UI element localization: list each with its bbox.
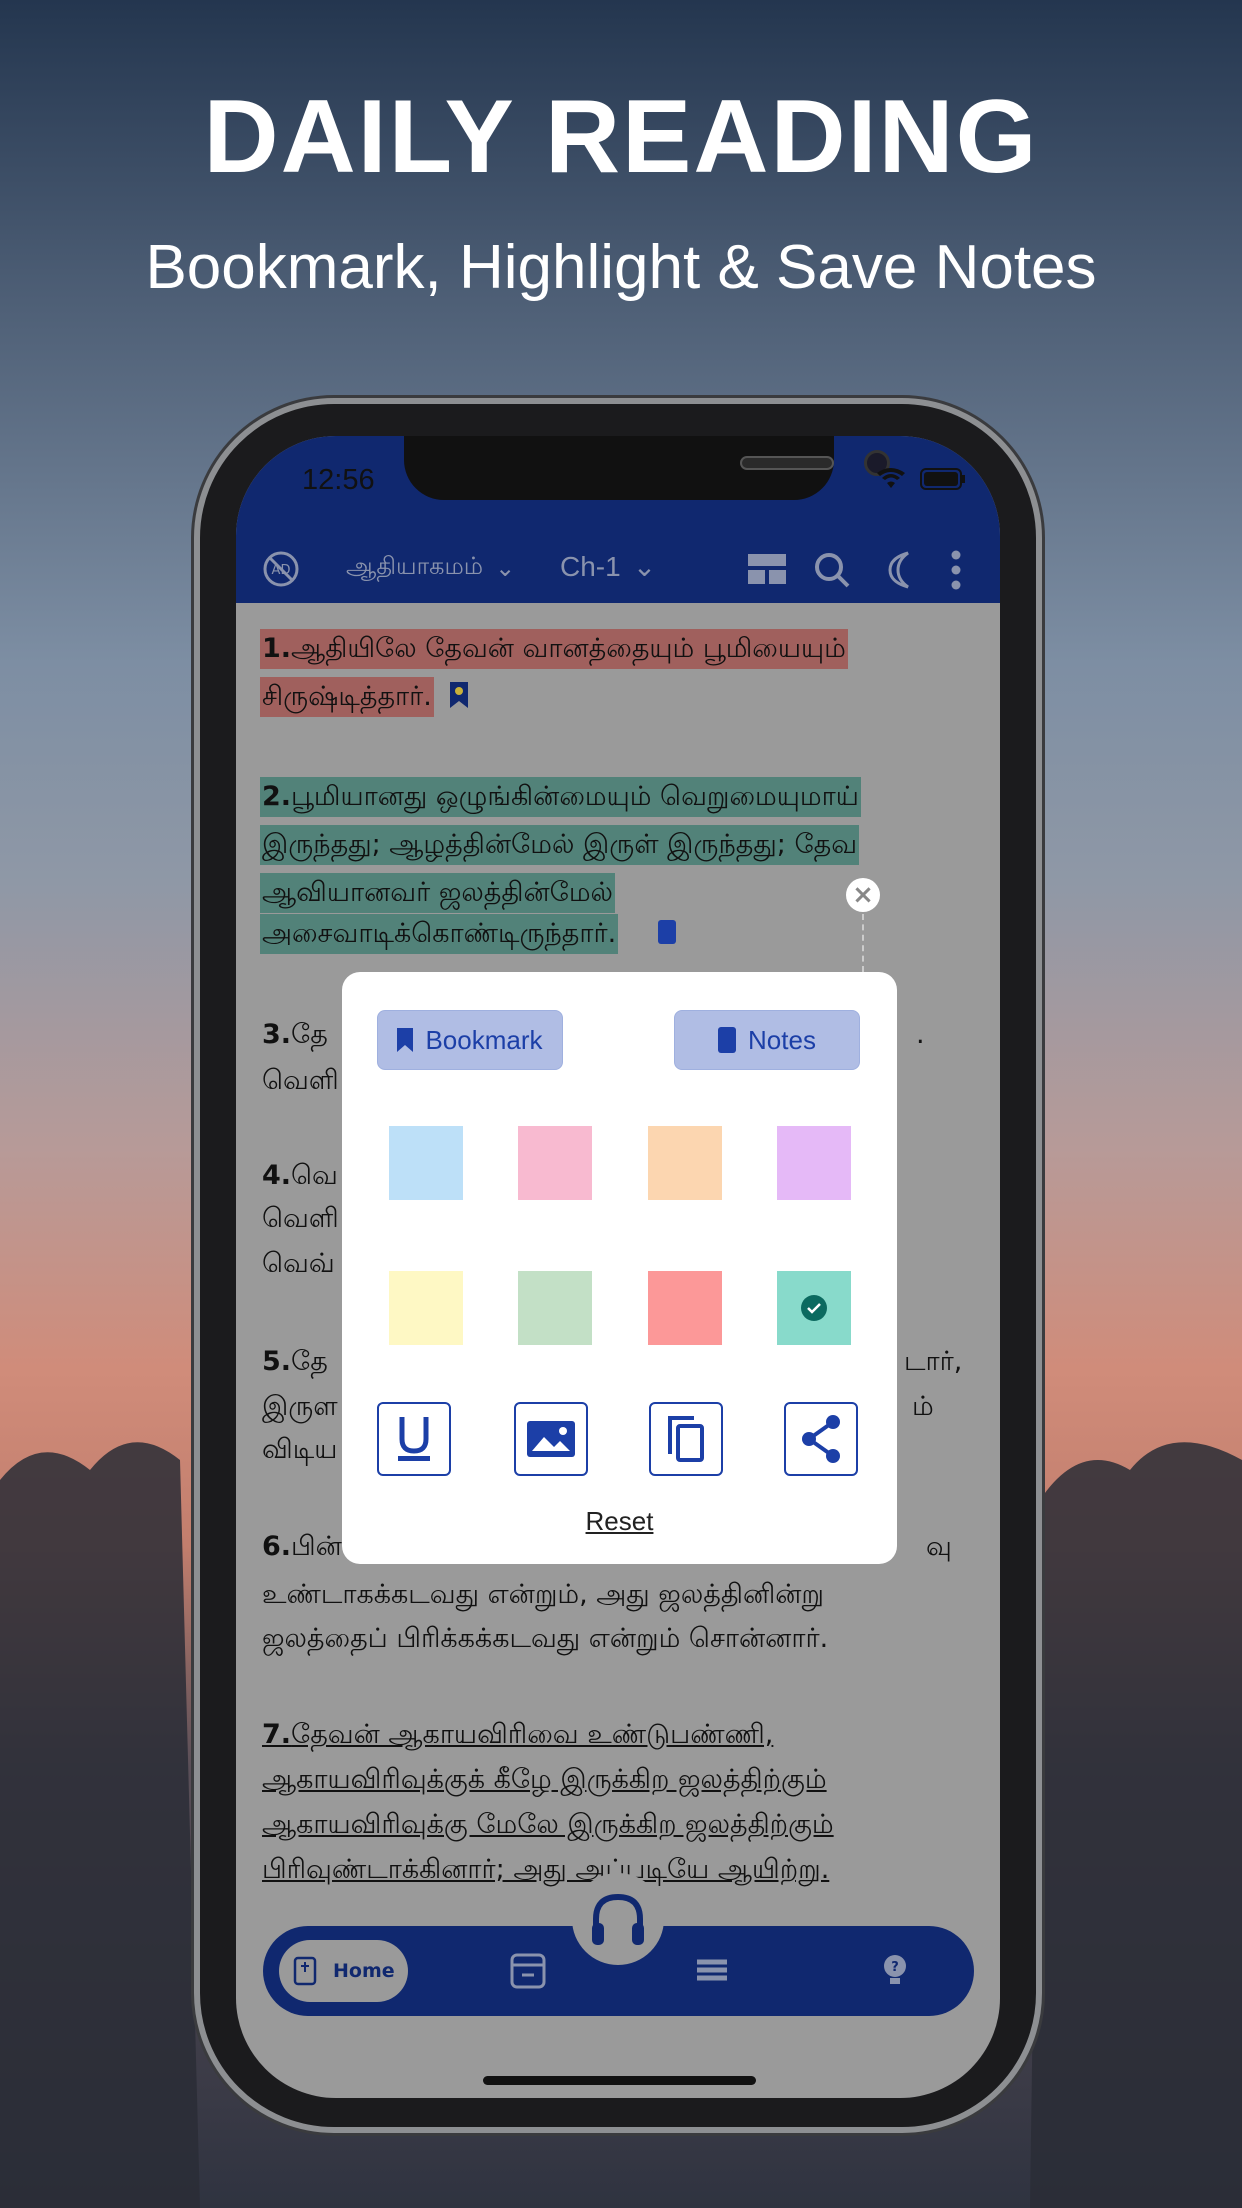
share-button[interactable] [784, 1402, 858, 1476]
hero-title: DAILY READING [203, 79, 1039, 195]
color-swatch[interactable] [777, 1126, 851, 1200]
color-swatch[interactable] [389, 1271, 463, 1345]
book-name: ஆதியாகமம் [346, 552, 484, 580]
bookmark-button[interactable]: Bookmark [377, 1010, 563, 1070]
app-screen: 12:56 AD ஆதியாகமம்⌄ Ch-1⌄ 1.ஆதியிலே தேவன… [236, 436, 1000, 2098]
underline-button[interactable] [377, 1402, 451, 1476]
search-icon[interactable] [812, 550, 852, 590]
image-icon [527, 1421, 575, 1457]
note-badge-icon [658, 920, 676, 944]
nav-home[interactable]: Home [279, 1940, 408, 2002]
books-icon[interactable] [693, 1952, 733, 1988]
chevron-down-icon: ⌄ [495, 553, 516, 582]
popup-connector [862, 914, 864, 972]
image-button[interactable] [514, 1402, 588, 1476]
bookmark-icon [397, 1028, 414, 1052]
close-popup-button[interactable]: × [846, 878, 880, 912]
wifi-icon [877, 468, 905, 488]
more-icon[interactable] [950, 550, 962, 590]
status-time: 12:56 [302, 464, 375, 496]
app-header: 12:56 AD ஆதியாகமம் ⌄ Ch-1 ⌄ [236, 436, 1000, 603]
chevron-down-icon: ⌄ [632, 551, 657, 582]
check-circle-icon [801, 1295, 827, 1321]
moon-icon[interactable] [884, 550, 914, 590]
share-icon [802, 1415, 840, 1463]
book-selector[interactable]: ஆதியாகமம் ⌄ [346, 552, 515, 583]
battery-icon [920, 468, 965, 490]
chapter-label: Ch-1 [560, 550, 621, 582]
quiz-bulb-icon[interactable]: ? [875, 1950, 915, 1990]
chapter-selector[interactable]: Ch-1 ⌄ [560, 550, 656, 583]
reader-toolbar: AD ஆதியாகமம் ⌄ Ch-1 ⌄ [236, 546, 1000, 592]
no-ads-icon[interactable]: AD [262, 550, 300, 588]
copy-icon [668, 1416, 704, 1462]
headphones-icon [592, 1893, 644, 1945]
audio-button[interactable] [572, 1873, 664, 1965]
notch [404, 436, 890, 500]
bookmark-badge-icon [450, 682, 468, 708]
copy-button[interactable] [649, 1402, 723, 1476]
color-swatch[interactable] [518, 1271, 592, 1345]
color-swatch[interactable] [648, 1126, 722, 1200]
notes-card-icon[interactable] [509, 1952, 547, 1990]
bookmark-label: Bookmark [425, 1024, 543, 1055]
notes-label: Notes [748, 1024, 816, 1055]
status-icons [876, 468, 966, 490]
color-swatch[interactable] [518, 1126, 592, 1200]
notes-icon [718, 1027, 737, 1053]
verse-action-popup: Bookmark Notes Reset [342, 972, 897, 1564]
color-swatch[interactable] [389, 1126, 463, 1200]
home-bible-icon [293, 1956, 317, 1986]
reset-link[interactable]: Reset [342, 1506, 897, 1537]
home-indicator [483, 2076, 756, 2085]
svg-text:?: ? [891, 1960, 899, 1975]
underline-icon [398, 1417, 430, 1461]
nav-home-label: Home [333, 1960, 395, 1982]
layout-icon[interactable] [748, 554, 786, 584]
color-swatch[interactable] [648, 1271, 722, 1345]
notes-button[interactable]: Notes [674, 1010, 860, 1070]
color-swatch[interactable] [777, 1271, 851, 1345]
hero-subtitle: Bookmark, Highlight & Save Notes [145, 233, 1097, 302]
